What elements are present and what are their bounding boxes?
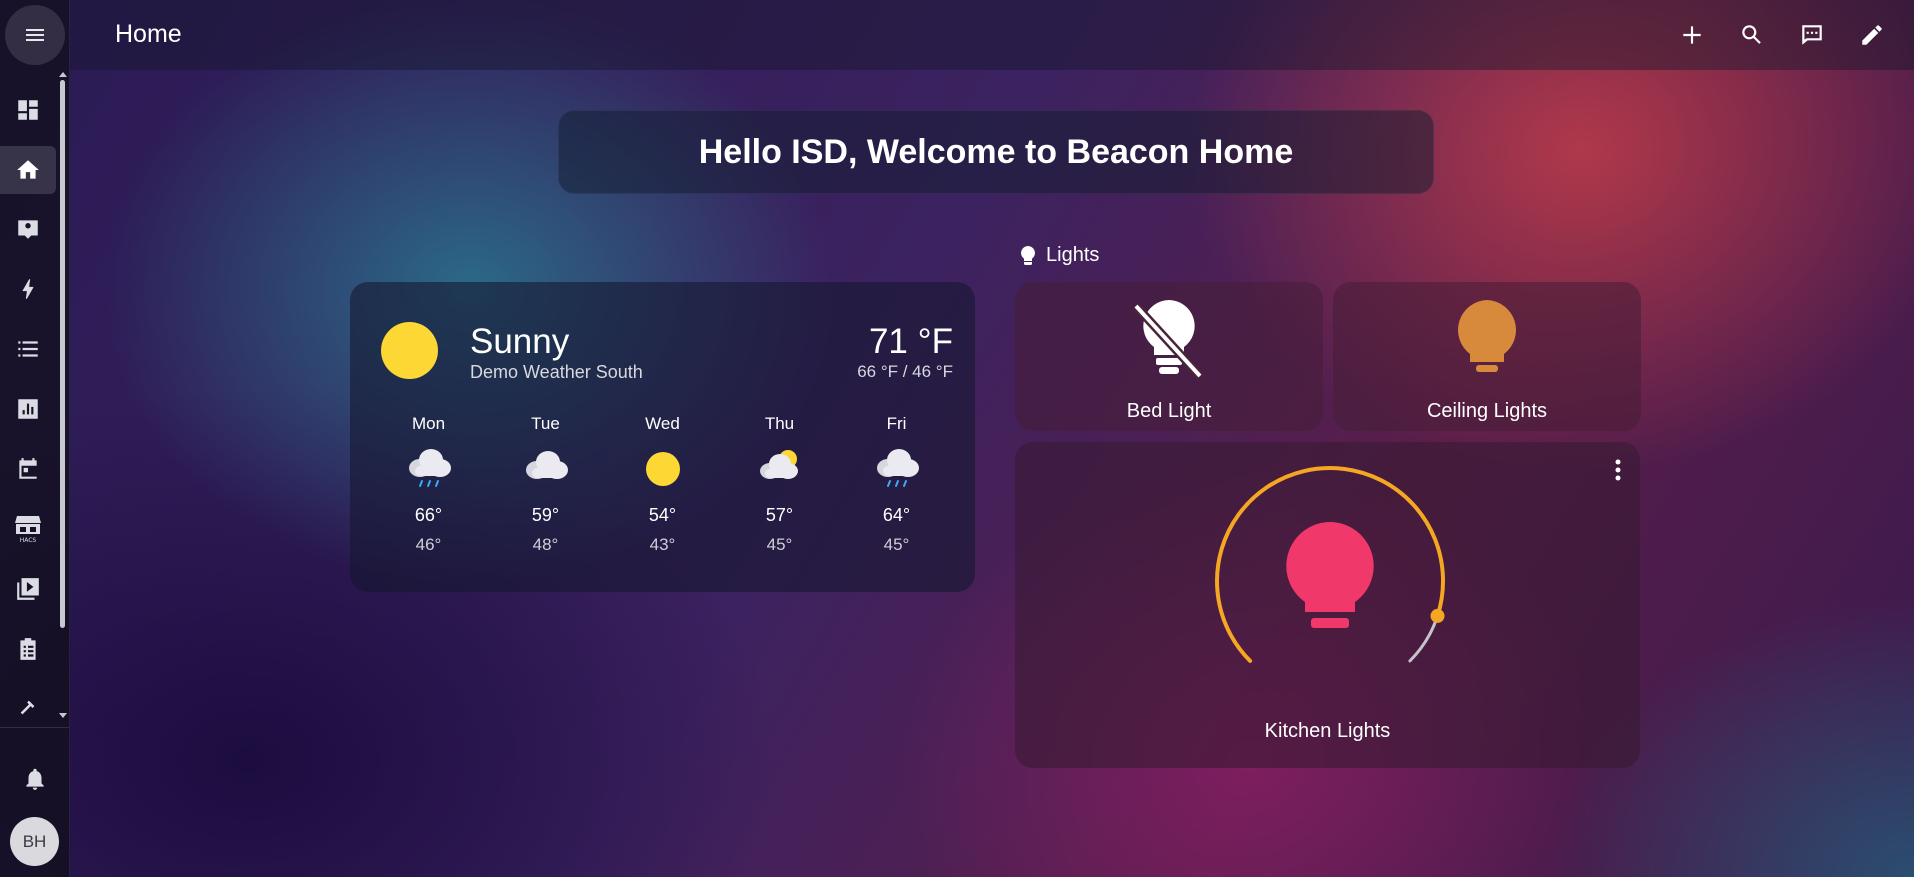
forecast-low: 48° — [532, 535, 559, 554]
bed-light-name: Bed Light — [1126, 400, 1212, 422]
media-play-icon — [15, 576, 41, 602]
chart-icon — [15, 396, 41, 422]
notifications-button[interactable] — [14, 758, 56, 800]
lightbulb-on-icon — [1333, 296, 1641, 384]
cloud-icon — [522, 444, 570, 494]
sun-icon — [639, 444, 687, 494]
scrollbar-thumb[interactable] — [60, 80, 65, 628]
current-temperature: 71 °F — [868, 322, 953, 361]
search-icon — [1739, 22, 1765, 48]
forecast-day-name: Fri — [886, 414, 907, 433]
more-options-button[interactable] — [1614, 458, 1622, 482]
ceiling-lights-name: Ceiling Lights — [1426, 400, 1548, 422]
sidebar-divider — [0, 727, 69, 728]
forecast-day-name: Wed — [645, 414, 680, 433]
scroll-up-arrow[interactable] — [59, 72, 67, 77]
account-box-icon — [15, 216, 41, 242]
calendar-icon — [15, 456, 41, 482]
kitchen-lights-card[interactable]: Kitchen Lights — [1015, 442, 1640, 768]
lightning-icon — [15, 276, 41, 302]
forecast-high: 66° — [414, 505, 443, 525]
dots-vertical-icon — [1614, 458, 1622, 482]
sidebar-item-logbook[interactable] — [0, 325, 56, 373]
dashboard-icon — [15, 97, 41, 123]
forecast-day-name: Mon — [411, 414, 446, 433]
sidebar-item-calendar[interactable] — [0, 445, 56, 493]
sidebar-item-home[interactable] — [0, 146, 56, 194]
svg-text:HACS: HACS — [20, 537, 37, 544]
forecast-high: 64° — [882, 505, 911, 525]
bell-icon — [22, 766, 48, 792]
forecast-high: 54° — [648, 505, 677, 525]
forecast-day: Mon 66° 46° — [370, 414, 487, 555]
kitchen-lights-name: Kitchen Lights — [1264, 720, 1391, 742]
search-button[interactable] — [1728, 11, 1776, 59]
sidebar-item-media[interactable] — [0, 565, 56, 613]
forecast-day: Wed 54° 43° — [604, 414, 721, 555]
sidebar-item-todo[interactable] — [0, 625, 56, 673]
partly-cloudy-icon — [756, 444, 804, 494]
weather-condition: Sunny — [470, 322, 570, 361]
sidebar-item-energy[interactable] — [0, 265, 56, 313]
sidebar: HACS BH — [0, 0, 70, 877]
forecast-day: Thu 57° 45° — [721, 414, 838, 555]
list-icon — [15, 336, 41, 362]
weather-card[interactable]: Sunny Demo Weather South 71 °F 66 °F / 4… — [350, 282, 975, 592]
sidebar-item-contacts[interactable] — [0, 205, 56, 253]
bed-light-tile[interactable]: Bed Light — [1015, 282, 1323, 431]
brightness-track — [1408, 614, 1439, 663]
welcome-banner: Hello ISD, Welcome to Beacon Home — [558, 110, 1434, 194]
forecast: Mon 66° 46° Tue 59° 48° Wed 54° 43° Thu … — [370, 414, 955, 555]
forecast-day: Fri 64° 45° — [838, 414, 955, 555]
scroll-down-arrow[interactable] — [59, 713, 67, 718]
user-avatar[interactable]: BH — [10, 817, 59, 866]
edit-dashboard-button[interactable] — [1848, 11, 1896, 59]
forecast-day-name: Tue — [531, 414, 560, 433]
clipboard-list-icon — [15, 636, 41, 662]
forecast-low: 46° — [415, 535, 442, 554]
weather-entity-name: Demo Weather South — [470, 362, 643, 382]
top-bar: Home — [70, 0, 1914, 70]
forecast-low: 45° — [883, 535, 910, 554]
header-actions — [1668, 11, 1896, 59]
sun-icon — [381, 322, 438, 379]
rain-cloud-icon — [405, 444, 453, 494]
forecast-high: 59° — [531, 505, 560, 525]
forecast-low: 43° — [649, 535, 676, 554]
plus-icon — [1679, 22, 1705, 48]
hacs-store-icon: HACS — [14, 514, 42, 544]
forecast-day: Tue 59° 48° — [487, 414, 604, 555]
high-low-temperature: 66 °F / 46 °F — [857, 362, 953, 381]
ceiling-lights-tile[interactable]: Ceiling Lights — [1333, 282, 1641, 431]
brightness-handle[interactable] — [1430, 608, 1445, 623]
sidebar-item-history[interactable] — [0, 385, 56, 433]
forecast-high: 57° — [765, 505, 794, 525]
hamburger-menu-icon — [23, 23, 47, 47]
rain-cloud-icon — [873, 444, 921, 494]
lights-heading: Lights — [1020, 244, 1099, 267]
home-icon — [15, 157, 41, 183]
forecast-low: 45° — [766, 535, 793, 554]
sidebar-scrollbar[interactable] — [59, 72, 67, 718]
add-button[interactable] — [1668, 11, 1716, 59]
hammer-icon — [17, 697, 39, 719]
lightbulb-icon — [1020, 245, 1036, 266]
sidebar-item-hacs[interactable]: HACS — [0, 505, 56, 553]
sidebar-item-overview[interactable] — [0, 86, 56, 134]
kitchen-lightbulb-icon — [1286, 522, 1374, 612]
assist-button[interactable] — [1788, 11, 1836, 59]
menu-button[interactable] — [5, 5, 65, 65]
pencil-icon — [1859, 22, 1885, 48]
forecast-day-name: Thu — [764, 414, 795, 433]
lights-heading-label: Lights — [1046, 244, 1100, 266]
comment-processing-icon — [1799, 22, 1825, 48]
brightness-dial[interactable] — [1205, 466, 1455, 701]
page-title: Home — [115, 20, 182, 48]
sidebar-item-developer-tools[interactable] — [0, 684, 56, 732]
lightbulb-off-icon — [1015, 296, 1323, 384]
